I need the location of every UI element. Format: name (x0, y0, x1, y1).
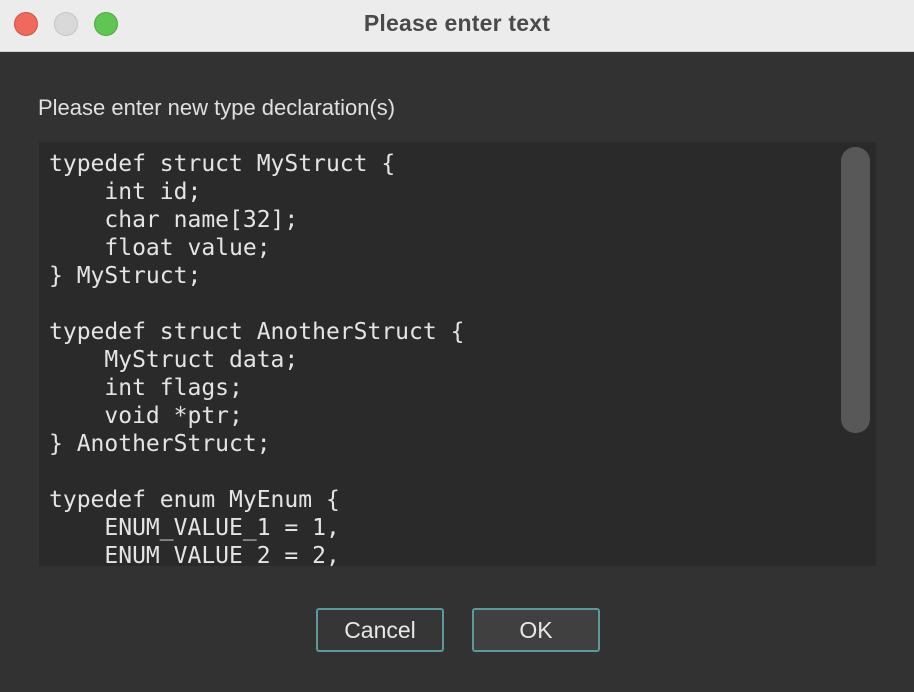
code-line: float value; (49, 235, 271, 261)
window-title: Please enter text (363, 10, 551, 36)
code-line: void *ptr; (49, 403, 243, 429)
code-line: typedef struct MyStruct { (49, 151, 396, 177)
prompt-label: Please enter new type declaration(s) (38, 95, 396, 120)
ok-button[interactable]: OK (472, 608, 600, 652)
code-line: typedef enum MyEnum { (49, 487, 340, 513)
code-line: MyStruct data; (49, 347, 299, 373)
code-line: int flags; (49, 375, 243, 401)
code-line: ENUM_VALUE_2 = 2, (49, 543, 340, 566)
cancel-button[interactable]: Cancel (316, 608, 444, 652)
code-text: typedef struct MyStruct { int id; char n… (49, 150, 464, 566)
code-line: ENUM_VALUE_1 = 1, (49, 515, 340, 541)
code-line: int id; (49, 179, 202, 205)
type-declaration-textarea[interactable]: typedef struct MyStruct { int id; char n… (39, 142, 876, 566)
title-bar[interactable]: Please enter text (0, 0, 914, 52)
code-line: char name[32]; (49, 207, 299, 233)
code-line: } MyStruct; (49, 263, 202, 289)
dialog-window: Please enter text Please enter new type … (0, 0, 914, 692)
editor-scrollbar[interactable] (841, 147, 870, 433)
code-line: typedef struct AnotherStruct { (49, 319, 465, 345)
code-line: } AnotherStruct; (49, 431, 271, 457)
